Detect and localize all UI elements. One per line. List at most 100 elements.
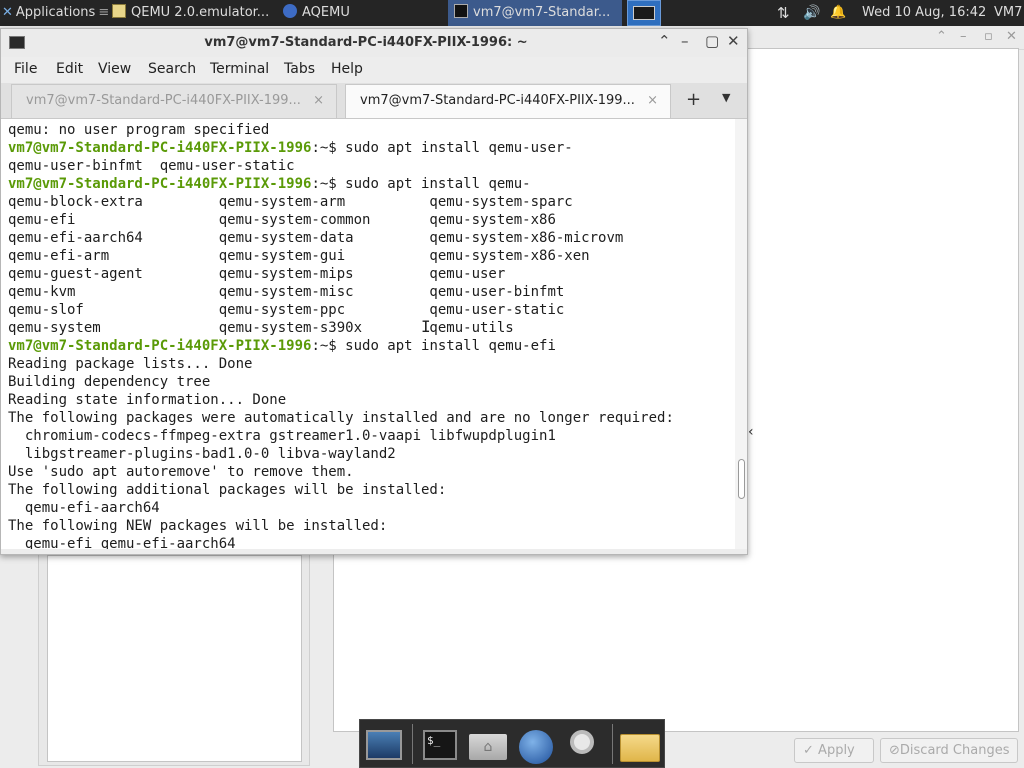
- shell-prompt: vm7@vm7-Standard-PC-i440FX-PIIX-1996: [8, 176, 312, 192]
- line-text: qemu-slof qemu-system-ppc qemu-user-stat…: [8, 302, 565, 318]
- apply-button[interactable]: ✓ Apply: [794, 738, 874, 763]
- line-text: qemu-efi-arm qemu-system-gui qemu-system…: [8, 248, 590, 264]
- text-editor-icon: [112, 4, 126, 18]
- tab-list-chevron-icon[interactable]: ▼: [722, 91, 730, 104]
- scrollbar-thumb[interactable]: [738, 459, 745, 499]
- tab-close-icon[interactable]: ×: [647, 85, 658, 117]
- files-icon[interactable]: [620, 726, 660, 764]
- search-icon[interactable]: [564, 726, 604, 764]
- line-text: qemu-user-binfmt qemu-user-static: [8, 158, 295, 174]
- chevron-up-icon[interactable]: ⌃: [658, 32, 671, 50]
- notification-bell-icon[interactable]: 🔔: [830, 0, 848, 26]
- line-text: chromium-codecs-ffmpeg-extra gstreamer1.…: [8, 428, 556, 444]
- tab-1[interactable]: vm7@vm7-Standard-PC-i440FX-PIIX-199... ×: [11, 84, 337, 118]
- terminal-line: qemu-system qemu-system-s390x qemu-utils: [8, 319, 514, 337]
- menu-tabs[interactable]: Tabs: [284, 61, 315, 77]
- terminal-line: The following additional packages will b…: [8, 481, 446, 499]
- line-text: :~$ sudo apt install qemu-user-: [311, 140, 573, 156]
- menu-view[interactable]: View: [98, 61, 131, 77]
- terminal-line: qemu-kvm qemu-system-misc qemu-user-binf…: [8, 283, 564, 301]
- check-icon: ✓: [803, 743, 814, 758]
- user-menu[interactable]: VM7: [994, 0, 1024, 26]
- terminal-line: The following NEW packages will be insta…: [8, 517, 387, 535]
- apply-label: Apply: [818, 743, 855, 758]
- terminal-line: vm7@vm7-Standard-PC-i440FX-PIIX-1996:~$ …: [8, 337, 556, 355]
- taskbar-item-label: AQEMU: [302, 5, 350, 20]
- discard-changes-button[interactable]: ⊘Discard Changes: [880, 738, 1018, 763]
- aqemu-vm-list[interactable]: [47, 555, 302, 762]
- desktop-icon[interactable]: [364, 726, 404, 764]
- terminal-window: vm7@vm7-Standard-PC-i440FX-PIIX-1996: ~ …: [0, 28, 748, 555]
- tab-2[interactable]: vm7@vm7-Standard-PC-i440FX-PIIX-199... ×: [345, 84, 671, 118]
- tab-label: vm7@vm7-Standard-PC-i440FX-PIIX-199...: [360, 93, 635, 108]
- terminal-titlebar[interactable]: vm7@vm7-Standard-PC-i440FX-PIIX-1996: ~ …: [1, 29, 747, 57]
- line-text: qemu-efi qemu-efi-aarch64: [8, 536, 236, 549]
- line-text: qemu: no user program specified: [8, 122, 270, 138]
- line-text: qemu-efi-aarch64 qemu-system-data qemu-s…: [8, 230, 624, 246]
- line-text: qemu-system qemu-system-s390x qemu-utils: [8, 320, 514, 336]
- workspace-switcher[interactable]: [627, 0, 661, 26]
- cancel-circle-icon: ⊘: [889, 743, 900, 758]
- menu-search[interactable]: Search: [148, 61, 196, 77]
- line-text: The following NEW packages will be insta…: [8, 518, 388, 534]
- terminal-line: chromium-codecs-ffmpeg-extra gstreamer1.…: [8, 427, 556, 445]
- clock[interactable]: Wed 10 Aug, 16:42: [862, 0, 992, 26]
- terminal-line: Reading state information... Done: [8, 391, 286, 409]
- terminal-line: qemu-efi qemu-efi-aarch64: [8, 535, 236, 549]
- chevron-up-icon[interactable]: ⌃: [936, 29, 947, 44]
- line-text: The following additional packages will b…: [8, 482, 447, 498]
- taskbar-item-terminal[interactable]: vm7@vm7-Standar...: [448, 0, 622, 26]
- xfce-logo-icon: ✕: [2, 5, 13, 20]
- menu-terminal[interactable]: Terminal: [210, 61, 269, 77]
- close-icon[interactable]: ✕: [727, 32, 740, 50]
- maximize-icon[interactable]: ▫: [984, 29, 993, 44]
- terminal-line: qemu-efi-aarch64: [8, 499, 160, 517]
- discard-label: Discard Changes: [899, 743, 1010, 758]
- terminal-line: qemu-efi-arm qemu-system-gui qemu-system…: [8, 247, 590, 265]
- collapse-arrow-icon[interactable]: ‹: [748, 424, 754, 440]
- terminal-line: libgstreamer-plugins-bad1.0-0 libva-wayl…: [8, 445, 396, 463]
- taskbar-item-aqemu[interactable]: AQEMU: [283, 0, 383, 26]
- top-panel: ✕ Applications ≡ QEMU 2.0.emulator... AQEM…: [0, 0, 1024, 26]
- tab-close-icon[interactable]: ×: [313, 85, 324, 117]
- line-text: qemu-guest-agent qemu-system-mips qemu-u…: [8, 266, 506, 282]
- terminal-scrollbar[interactable]: [735, 119, 747, 549]
- aqemu-titlebar: ⌃ – ▫ ✕: [748, 26, 1024, 50]
- close-icon[interactable]: ✕: [1006, 29, 1017, 44]
- line-text: qemu-kvm qemu-system-misc qemu-user-binf…: [8, 284, 565, 300]
- terminal-icon[interactable]: $_: [420, 726, 460, 764]
- line-text: Reading package lists... Done: [8, 356, 253, 372]
- terminal-line: vm7@vm7-Standard-PC-i440FX-PIIX-1996:~$ …: [8, 175, 531, 193]
- web-browser-icon[interactable]: [516, 726, 556, 764]
- shell-prompt: vm7@vm7-Standard-PC-i440FX-PIIX-1996: [8, 140, 312, 156]
- network-icon[interactable]: ⇅: [777, 0, 797, 26]
- taskbar-item-label: QEMU 2.0.emulator...: [131, 5, 270, 20]
- menu-file[interactable]: File: [14, 61, 37, 77]
- menu-bar: File Edit View Search Terminal Tabs Help: [1, 57, 747, 83]
- terminal-line: The following packages were automaticall…: [8, 409, 674, 427]
- terminal-line: Use 'sudo apt autoremove' to remove them…: [8, 463, 354, 481]
- new-tab-icon[interactable]: +: [686, 89, 701, 110]
- line-text: Reading state information... Done: [8, 392, 287, 408]
- line-text: qemu-efi-aarch64: [8, 500, 160, 516]
- menu-help[interactable]: Help: [331, 61, 363, 77]
- applications-menu[interactable]: ✕ Applications ≡: [2, 0, 110, 26]
- minimize-icon[interactable]: –: [960, 29, 967, 44]
- terminal-line: vm7@vm7-Standard-PC-i440FX-PIIX-1996:~$ …: [8, 139, 573, 157]
- tab-label: vm7@vm7-Standard-PC-i440FX-PIIX-199...: [26, 93, 301, 108]
- home-folder-icon[interactable]: ⌂: [468, 726, 508, 764]
- menu-edit[interactable]: Edit: [56, 61, 83, 77]
- terminal-line: qemu: no user program specified: [8, 121, 269, 139]
- terminal-line: qemu-guest-agent qemu-system-mips qemu-u…: [8, 265, 505, 283]
- terminal-app-icon: [9, 36, 25, 49]
- terminal-line: qemu-efi-aarch64 qemu-system-data qemu-s…: [8, 229, 623, 247]
- dock: $_ ⌂: [359, 719, 665, 768]
- taskbar-item-qemu-doc[interactable]: QEMU 2.0.emulator...: [112, 0, 280, 26]
- terminal-output[interactable]: qemu: no user program specified vm7@vm7-S…: [1, 119, 735, 549]
- line-text: :~$ sudo apt install qemu-: [311, 176, 531, 192]
- terminal-line: Reading package lists... Done: [8, 355, 252, 373]
- minimize-icon[interactable]: –: [681, 32, 689, 50]
- maximize-icon[interactable]: ▢: [705, 32, 719, 50]
- volume-icon[interactable]: 🔊: [803, 0, 823, 26]
- applications-label: Applications: [15, 5, 96, 20]
